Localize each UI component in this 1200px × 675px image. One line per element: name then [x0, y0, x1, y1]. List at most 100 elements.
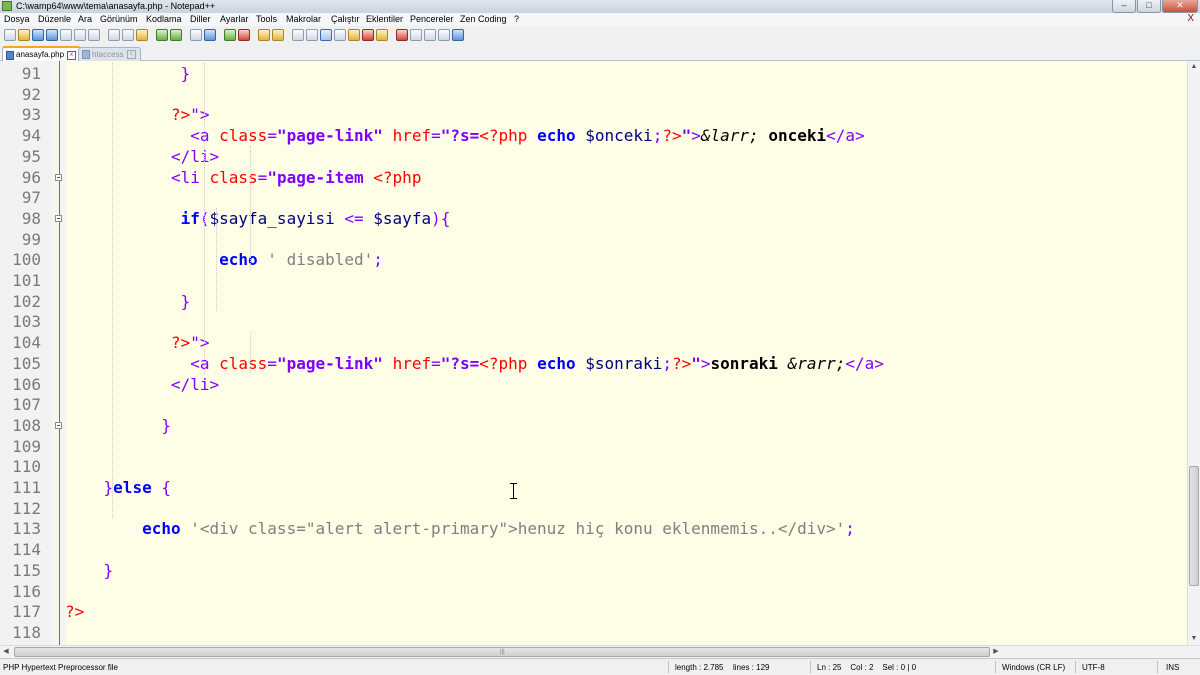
status-divider — [668, 661, 669, 673]
fold-toggle-icon[interactable] — [55, 173, 62, 181]
code-line[interactable]: 113 echo '<div class="alert alert-primar… — [0, 518, 1187, 539]
code-line[interactable]: 114 — [0, 539, 1187, 560]
vertical-scrollbar[interactable]: ▲ ▼ — [1187, 61, 1200, 645]
copy-icon[interactable] — [122, 29, 134, 41]
find-icon[interactable] — [190, 29, 202, 41]
stop-record-icon[interactable] — [410, 29, 422, 41]
code-line[interactable]: 111 }else { — [0, 477, 1187, 498]
vertical-scroll-thumb[interactable] — [1189, 466, 1199, 586]
zoom-out-icon[interactable] — [238, 29, 250, 41]
horizontal-scrollbar[interactable]: ◀ ||| ▶ — [0, 645, 1200, 658]
word-wrap-icon[interactable] — [292, 29, 304, 41]
menu-diller[interactable]: Diller — [190, 14, 211, 24]
close-window-button[interactable]: ✕ — [1162, 0, 1198, 13]
menu-calistir[interactable]: Çalıştır — [331, 14, 360, 24]
menu-eklentiler[interactable]: Eklentiler — [366, 14, 403, 24]
code-line[interactable]: 108 } — [0, 415, 1187, 436]
language-icon[interactable] — [334, 29, 346, 41]
show-all-chars-icon[interactable] — [306, 29, 318, 41]
cut-icon[interactable] — [108, 29, 120, 41]
menu-ayarlar[interactable]: Ayarlar — [220, 14, 248, 24]
code-line[interactable]: 99 — [0, 229, 1187, 250]
menu-tools[interactable]: Tools — [256, 14, 277, 24]
menu-gorunum[interactable]: Görünüm — [100, 14, 138, 24]
code-line[interactable]: 98 if($sayfa_sayisi <= $sayfa){ — [0, 208, 1187, 229]
code-line[interactable]: 110 — [0, 456, 1187, 477]
menu-zen-coding[interactable]: Zen Coding — [460, 14, 507, 24]
code-line[interactable]: 107 — [0, 394, 1187, 415]
zoom-in-icon[interactable] — [224, 29, 236, 41]
code-line[interactable]: 106 </li> — [0, 374, 1187, 395]
code-line[interactable]: 94 <a class="page-link" href="?s=<?php e… — [0, 125, 1187, 146]
maximize-button[interactable]: □ — [1137, 0, 1161, 13]
fold-toggle-icon[interactable] — [55, 214, 62, 222]
tab-close-icon[interactable]: x — [67, 50, 77, 60]
tab-htaccess[interactable]: htaccess x — [78, 47, 141, 61]
code-line[interactable]: 101 — [0, 270, 1187, 291]
code-line[interactable]: 109 — [0, 436, 1187, 457]
close-all-icon[interactable] — [74, 29, 86, 41]
code-line[interactable]: 117 ?> — [0, 601, 1187, 622]
code-line[interactable]: 93 ?>"> — [0, 104, 1187, 125]
code-line[interactable]: 97 — [0, 187, 1187, 208]
status-divider — [810, 661, 811, 673]
indent-guide — [204, 63, 205, 374]
replace-icon[interactable] — [204, 29, 216, 41]
save-all-icon[interactable] — [46, 29, 58, 41]
menu-ara[interactable]: Ara — [78, 14, 92, 24]
code-line[interactable]: 91 } — [0, 63, 1187, 84]
save-icon[interactable] — [32, 29, 44, 41]
function-list-icon[interactable] — [348, 29, 360, 41]
php-file-icon — [6, 50, 14, 60]
fold-toggle-icon[interactable] — [55, 421, 62, 429]
scroll-down-icon[interactable]: ▼ — [1188, 633, 1200, 645]
code-line[interactable]: 102 } — [0, 291, 1187, 312]
menu-duzenle[interactable]: Düzenle — [38, 14, 71, 24]
close-icon[interactable] — [60, 29, 72, 41]
doc-map-icon[interactable] — [362, 29, 374, 41]
minimize-button[interactable]: – — [1112, 0, 1136, 13]
record-macro-icon[interactable] — [396, 29, 408, 41]
indent-guide-icon[interactable] — [320, 29, 332, 41]
run-macro-multiple-icon[interactable] — [438, 29, 450, 41]
code-line[interactable]: 116 — [0, 581, 1187, 602]
code-line[interactable]: 115 } — [0, 560, 1187, 581]
code-line[interactable]: 105 <a class="page-link" href="?s=<?php … — [0, 353, 1187, 374]
scroll-left-icon[interactable]: ◀ — [0, 646, 12, 658]
scroll-right-icon[interactable]: ▶ — [990, 646, 1002, 658]
line-number: 110 — [12, 457, 41, 477]
sync-horizontal-icon[interactable] — [272, 29, 284, 41]
code-line[interactable]: 104 ?>"> — [0, 332, 1187, 353]
play-macro-icon[interactable] — [424, 29, 436, 41]
tab-close-icon[interactable]: x — [126, 50, 136, 59]
code-line[interactable]: 118 — [0, 622, 1187, 643]
menu-dosya[interactable]: Dosya — [4, 14, 30, 24]
menu-pencereler[interactable]: Pencereler — [410, 14, 454, 24]
paste-icon[interactable] — [136, 29, 148, 41]
code-line[interactable]: 92 — [0, 84, 1187, 105]
line-number: 104 — [12, 333, 41, 353]
code-editor[interactable]: 91 } 92 93 ?>"> 94 <a class="page-link" hre… — [0, 61, 1187, 645]
close-document-icon[interactable]: X — [1187, 13, 1194, 24]
line-number: 100 — [12, 250, 41, 270]
code-line[interactable]: 112 — [0, 498, 1187, 519]
code-line[interactable]: 103 — [0, 311, 1187, 332]
menu-kodlama[interactable]: Kodlama — [146, 14, 182, 24]
sync-vertical-icon[interactable] — [258, 29, 270, 41]
undo-icon[interactable] — [156, 29, 168, 41]
save-macro-icon[interactable] — [452, 29, 464, 41]
new-file-icon[interactable] — [4, 29, 16, 41]
tab-label: anasayfa.php — [16, 50, 65, 59]
menu-help[interactable]: ? — [514, 14, 519, 24]
code-line[interactable]: 96 <li class="page-item <?php — [0, 167, 1187, 188]
menu-makrolar[interactable]: Makrolar — [286, 14, 321, 24]
redo-icon[interactable] — [170, 29, 182, 41]
monitor-icon[interactable] — [376, 29, 388, 41]
tab-anasayfa-php[interactable]: anasayfa.php x — [2, 46, 82, 62]
code-line[interactable]: 95 </li> — [0, 146, 1187, 167]
open-file-icon[interactable] — [18, 29, 30, 41]
code-line[interactable]: 100 echo ' disabled'; — [0, 249, 1187, 270]
line-number: 107 — [12, 395, 41, 415]
print-icon[interactable] — [88, 29, 100, 41]
scroll-up-icon[interactable]: ▲ — [1188, 61, 1200, 73]
